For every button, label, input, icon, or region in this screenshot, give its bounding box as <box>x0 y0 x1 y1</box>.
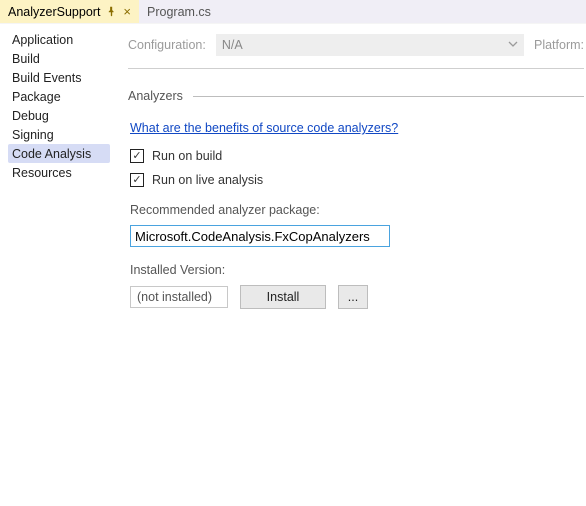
recommended-package-input[interactable]: Microsoft.CodeAnalysis.FxCopAnalyzers <box>130 225 390 247</box>
sidebar-item-label: Debug <box>12 109 49 123</box>
code-analysis-pane: Configuration: N/A Platform: Analyzers W… <box>110 24 586 506</box>
sidebar-item-debug[interactable]: Debug <box>8 106 110 125</box>
checkbox-icon: ✓ <box>130 149 144 163</box>
text: (not installed) <box>137 290 212 304</box>
divider <box>128 68 584 69</box>
configuration-select[interactable]: N/A <box>216 34 524 56</box>
tab-strip: AnalyzerSupport × Program.cs <box>0 0 586 24</box>
checkbox-label: Run on live analysis <box>152 173 263 187</box>
analyzers-heading: Analyzers <box>128 89 183 103</box>
sidebar-item-label: Resources <box>12 166 72 180</box>
sidebar-item-label: Application <box>12 33 73 47</box>
chevron-down-icon <box>508 38 518 52</box>
sidebar-item-package[interactable]: Package <box>8 87 110 106</box>
sidebar-item-build-events[interactable]: Build Events <box>8 68 110 87</box>
tab-analyzer-support[interactable]: AnalyzerSupport × <box>0 0 139 23</box>
checkbox-icon: ✓ <box>130 173 144 187</box>
sidebar-item-label: Build Events <box>12 71 81 85</box>
checkbox-label: Run on build <box>152 149 222 163</box>
sidebar-item-build[interactable]: Build <box>8 49 110 68</box>
sidebar-item-resources[interactable]: Resources <box>8 163 110 182</box>
sidebar-item-application[interactable]: Application <box>8 30 110 49</box>
tab-label: AnalyzerSupport <box>8 5 100 19</box>
project-properties-sidebar: Application Build Build Events Package D… <box>0 24 110 506</box>
run-on-build-checkbox[interactable]: ✓ Run on build <box>130 149 584 163</box>
pin-icon[interactable] <box>106 6 117 17</box>
close-icon[interactable]: × <box>123 5 131 18</box>
recommended-package-label: Recommended analyzer package: <box>130 203 584 217</box>
sidebar-item-label: Code Analysis <box>12 147 91 161</box>
installed-version-label: Installed Version: <box>130 263 584 277</box>
platform-label: Platform: <box>534 38 584 52</box>
benefits-link[interactable]: What are the benefits of source code ana… <box>130 121 398 135</box>
browse-button[interactable]: ... <box>338 285 368 309</box>
input-value: Microsoft.CodeAnalysis.FxCopAnalyzers <box>135 229 370 244</box>
divider <box>193 96 584 97</box>
installed-version-value: (not installed) <box>130 286 228 308</box>
sidebar-item-label: Build <box>12 52 40 66</box>
configuration-value: N/A <box>222 38 243 52</box>
run-on-live-analysis-checkbox[interactable]: ✓ Run on live analysis <box>130 173 584 187</box>
tab-program-cs[interactable]: Program.cs <box>139 0 219 23</box>
sidebar-item-label: Package <box>12 90 61 104</box>
configuration-label: Configuration: <box>128 38 206 52</box>
sidebar-item-code-analysis[interactable]: Code Analysis <box>8 144 110 163</box>
install-button[interactable]: Install <box>240 285 326 309</box>
sidebar-item-label: Signing <box>12 128 54 142</box>
sidebar-item-signing[interactable]: Signing <box>8 125 110 144</box>
tab-label: Program.cs <box>147 5 211 19</box>
